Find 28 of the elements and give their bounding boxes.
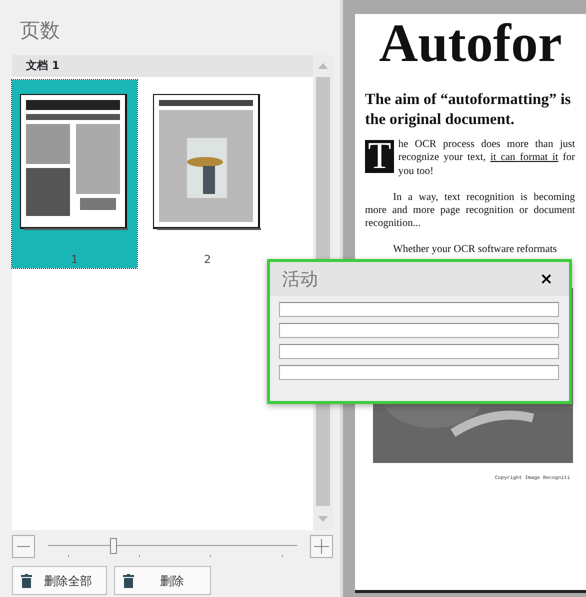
page-thumbnail[interactable]: 1 [12, 80, 137, 268]
slider-thumb[interactable] [110, 538, 117, 554]
page-thumbnail[interactable]: 2 [145, 80, 270, 268]
zoom-slider[interactable] [48, 535, 297, 558]
delete-button[interactable]: 删除 [114, 566, 211, 595]
page-number: 2 [203, 252, 212, 268]
document-subtitle: the original document. [365, 110, 516, 130]
minus-icon [17, 546, 30, 547]
paragraph: Whether your OCR software reformats [392, 243, 558, 256]
input-field[interactable] [279, 344, 559, 359]
zoom-out-button[interactable] [12, 535, 35, 558]
plus-icon [314, 539, 329, 554]
dialog-title: 活动 [282, 268, 318, 292]
input-field[interactable] [279, 302, 559, 317]
trash-icon [21, 574, 32, 588]
zoom-in-button[interactable] [310, 535, 333, 558]
underlined-text: it can format it [490, 152, 558, 164]
document-title: Autofor [379, 16, 563, 70]
close-button[interactable]: × [536, 271, 557, 287]
page-number: 1 [70, 252, 79, 268]
panel-title: 页数 [19, 17, 61, 44]
input-field[interactable] [279, 365, 559, 380]
drop-cap: T [365, 140, 394, 174]
input-field[interactable] [279, 323, 559, 338]
trash-icon [123, 574, 134, 588]
document-subtitle: The aim of “autoformatting” is [365, 90, 572, 110]
delete-all-button[interactable]: 删除全部 [12, 566, 107, 595]
paragraph: In a way, text recognition is becoming more and more page recognition or document recognition... [365, 190, 575, 230]
